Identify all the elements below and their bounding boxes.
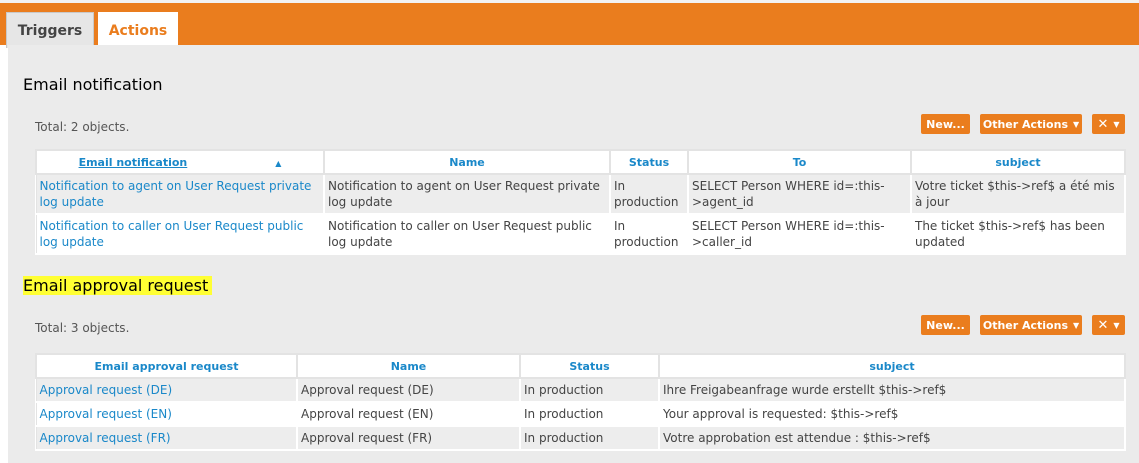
column-header-status[interactable]: Status (609, 149, 689, 175)
tools-icon: ✕ (1097, 317, 1109, 333)
column-header-name[interactable]: Name (296, 353, 521, 379)
tools-button[interactable]: ✕ ▼ (1092, 315, 1125, 335)
cell-name: Approval request (DE) (296, 377, 521, 403)
chevron-down-icon: ▼ (1113, 320, 1120, 330)
section-title-email-approval-request: Email approval request (23, 276, 213, 295)
table-row: Approval request (EN) Approval request (… (35, 401, 1126, 427)
row-link[interactable]: Approval request (FR) (35, 425, 298, 451)
cell-to: SELECT Person WHERE id=:this->caller_id (687, 213, 912, 255)
column-header-to[interactable]: To (687, 149, 912, 175)
row-link[interactable]: Notification to caller on User Request p… (35, 213, 325, 255)
sort-asc-icon: ▲ (275, 158, 282, 168)
cell-name: Approval request (FR) (296, 425, 521, 451)
cell-to: SELECT Person WHERE id=:this->agent_id (687, 173, 912, 215)
column-header-email-approval-request[interactable]: Email approval request (35, 353, 298, 379)
row-link[interactable]: Notification to agent on User Request pr… (35, 173, 325, 215)
highlighted-title: Email approval request (23, 276, 213, 295)
cell-name: Notification to caller on User Request p… (323, 213, 611, 255)
table-row: Notification to agent on User Request pr… (35, 173, 1126, 215)
email-approval-request-table: Email approval request Name Status subje… (35, 353, 1126, 451)
column-header-subject[interactable]: subject (910, 149, 1126, 175)
other-actions-label: Other Actions (982, 318, 1068, 332)
total-count: Total: 2 objects. (35, 120, 130, 134)
column-header-status[interactable]: Status (519, 353, 660, 379)
cell-subject: Your approval is requested: $this->ref$ (658, 401, 1126, 427)
column-header-name[interactable]: Name (323, 149, 611, 175)
cell-status: In production (609, 213, 689, 255)
other-actions-button[interactable]: Other Actions ▼ (980, 315, 1082, 335)
tools-icon: ✕ (1097, 116, 1109, 132)
cell-status: In production (609, 173, 689, 215)
cell-name: Notification to agent on User Request pr… (323, 173, 611, 215)
tab-actions[interactable]: Actions (98, 12, 178, 48)
cell-status: In production (519, 401, 660, 427)
section-title-email-notification: Email notification (23, 75, 163, 94)
chevron-down-icon: ▼ (1073, 320, 1080, 330)
table-row: Approval request (FR) Approval request (… (35, 425, 1126, 451)
cell-status: In production (519, 377, 660, 403)
cell-subject: Votre approbation est attendue : $this->… (658, 425, 1126, 451)
row-link[interactable]: Approval request (EN) (35, 401, 298, 427)
other-actions-button[interactable]: Other Actions ▼ (980, 114, 1082, 134)
cell-name: Approval request (EN) (296, 401, 521, 427)
column-header-subject[interactable]: subject (658, 353, 1126, 379)
new-button[interactable]: New... (921, 114, 970, 134)
table-row: Notification to caller on User Request p… (35, 213, 1126, 255)
other-actions-label: Other Actions (982, 117, 1068, 131)
table-row: Approval request (DE) Approval request (… (35, 377, 1126, 403)
cell-subject: Votre ticket $this->ref$ a été mis à jou… (910, 173, 1126, 215)
total-count: Total: 3 objects. (35, 321, 130, 335)
chevron-down-icon: ▼ (1073, 119, 1080, 129)
row-link[interactable]: Approval request (DE) (35, 377, 298, 403)
tools-button[interactable]: ✕ ▼ (1092, 114, 1125, 134)
column-header-email-notification[interactable]: Email notification ▲ (35, 149, 325, 175)
sort-link[interactable]: Email notification (79, 156, 188, 169)
email-notification-table: Email notification ▲ Name Status To subje… (35, 149, 1126, 255)
cell-subject: The ticket $this->ref$ has been updated (910, 213, 1126, 255)
tab-triggers[interactable]: Triggers (6, 12, 94, 48)
new-button[interactable]: New... (921, 315, 970, 335)
cell-subject: Ihre Freigabeanfrage wurde erstellt $thi… (658, 377, 1126, 403)
chevron-down-icon: ▼ (1113, 119, 1120, 129)
cell-status: In production (519, 425, 660, 451)
tab-bar: Triggers Actions (0, 0, 1139, 48)
